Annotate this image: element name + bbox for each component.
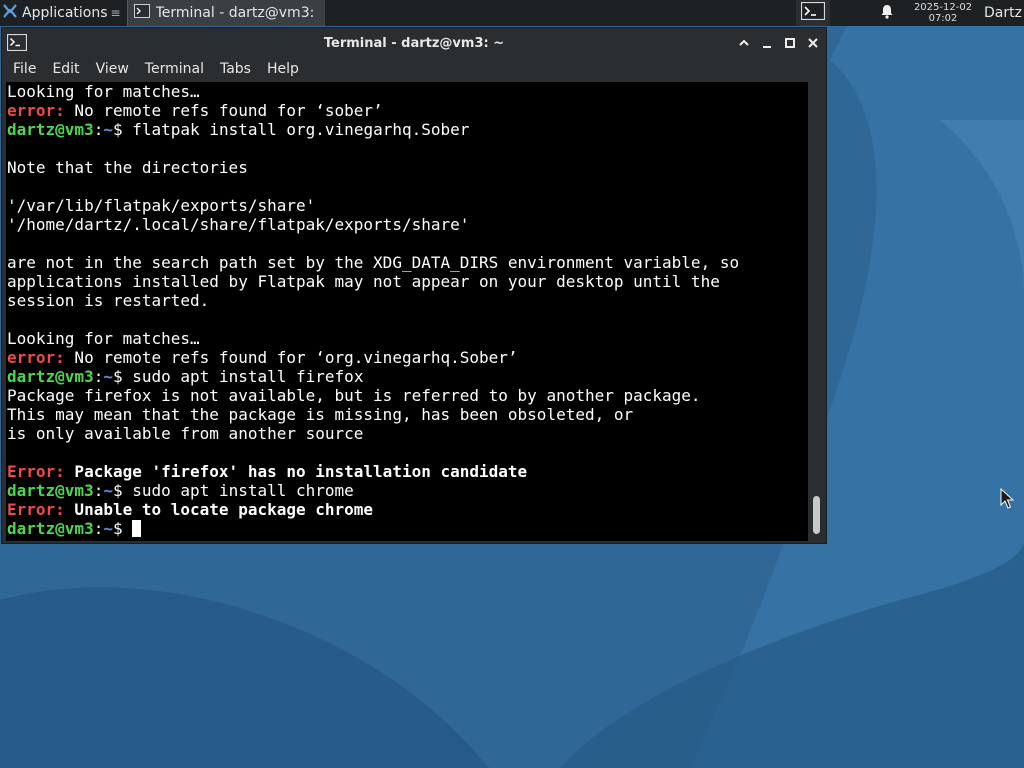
terminal-line: '/var/lib/flatpak/exports/share': [7, 196, 316, 215]
maximize-icon: [784, 37, 795, 48]
terminal-line: are not in the search path set by the XD…: [7, 253, 740, 272]
prompt-separator: :: [93, 120, 104, 139]
mouse-pointer-icon: [1000, 487, 1016, 514]
scrollbar-thumb[interactable]: [813, 496, 820, 534]
xfce-logo-icon: [2, 3, 18, 23]
terminal-error-line: Error: Unable to locate package chrome: [7, 500, 808, 519]
prompt-symbol: $: [112, 519, 123, 538]
menu-tabs[interactable]: Tabs: [212, 61, 259, 77]
terminal-output[interactable]: Looking for matches… error: No remote ref…: [6, 82, 808, 541]
prompt-command: sudo apt install chrome: [122, 481, 354, 500]
terminal-error-line: error: No remote refs found for ‘org.vin…: [7, 348, 808, 367]
chevron-up-icon: [738, 39, 749, 46]
close-button[interactable]: [805, 35, 820, 50]
terminal-line: '/home/dartz/.local/share/flatpak/export…: [7, 215, 470, 234]
error-message: No remote refs found for ‘sober’: [64, 101, 383, 120]
taskbar-item-terminal[interactable]: Terminal - dartz@vm3: ~: [126, 0, 325, 26]
menu-file[interactable]: File: [2, 61, 44, 77]
prompt-command: [123, 519, 133, 538]
terminal-error-line: error: No remote refs found for ‘sober’: [7, 101, 808, 120]
prompt-user: dartz@vm3: [7, 519, 94, 538]
error-label: Error:: [7, 500, 65, 519]
clock[interactable]: 2025-12-02 07:02: [908, 2, 978, 24]
taskbar-item-label: Terminal - dartz@vm3: ~: [155, 5, 319, 21]
menu-help[interactable]: Help: [259, 61, 307, 77]
terminal-prompt-line: dartz@vm3:~$ flatpak install org.vinegar…: [7, 120, 808, 139]
text-cursor: [132, 520, 142, 537]
minimize-button[interactable]: [759, 35, 774, 50]
prompt-path: ~: [103, 481, 113, 500]
error-message: Package 'firefox' has no installation ca…: [64, 462, 528, 481]
terminal-line: Looking for matches…: [7, 329, 200, 348]
clock-time: 07:02: [928, 13, 958, 24]
terminal-line: Package firefox is not available, but is…: [7, 386, 701, 405]
error-message: No remote refs found for ‘org.vinegarhq.…: [64, 348, 518, 367]
window-controls: [736, 35, 820, 50]
terminal-scrollbar[interactable]: [808, 82, 826, 541]
terminal-icon: [133, 4, 150, 22]
prompt-symbol: $: [112, 120, 123, 139]
top-panel: Applications ≡ Terminal - dartz@vm3: ~ 2…: [0, 0, 1024, 26]
minimize-icon: [762, 45, 771, 48]
terminal-launcher-button[interactable]: [796, 0, 830, 26]
terminal-line: Note that the directories: [7, 158, 248, 177]
prompt-separator: :: [93, 519, 104, 538]
terminal-prompt-line: dartz@vm3:~$ sudo apt install chrome: [7, 481, 808, 500]
terminal-line: session is restarted.: [7, 291, 210, 310]
clock-date: 2025-12-02: [913, 2, 973, 13]
terminal-line: This may mean that the package is missin…: [7, 405, 634, 424]
prompt-command: flatpak install org.vinegarhq.Sober: [122, 120, 470, 139]
applications-more-icon: ≡: [110, 6, 121, 20]
prompt-path: ~: [103, 120, 113, 139]
menu-bar: File Edit View Terminal Tabs Help: [2, 58, 826, 80]
menu-edit[interactable]: Edit: [44, 61, 87, 77]
notifications-button[interactable]: [874, 4, 900, 23]
error-label: error:: [7, 348, 65, 367]
user-menu-button[interactable]: Dartz: [984, 5, 1024, 21]
terminal-error-line: Error: Package 'firefox' has no installa…: [7, 462, 808, 481]
prompt-command: sudo apt install firefox: [122, 367, 364, 386]
applications-menu-button[interactable]: Applications ≡: [0, 0, 125, 26]
prompt-separator: :: [93, 367, 104, 386]
menu-terminal[interactable]: Terminal: [137, 61, 212, 77]
error-label: error:: [7, 101, 65, 120]
prompt-user: dartz@vm3: [7, 367, 94, 386]
prompt-path: ~: [103, 367, 113, 386]
prompt-symbol: $: [112, 481, 123, 500]
terminal-line: Looking for matches…: [7, 82, 200, 101]
terminal-line: applications installed by Flatpak may no…: [7, 272, 720, 291]
menu-view[interactable]: View: [88, 61, 137, 77]
terminal-launcher-icon: [800, 1, 826, 24]
terminal-line: is only available from another source: [7, 424, 364, 443]
prompt-user: dartz@vm3: [7, 120, 94, 139]
prompt-user: dartz@vm3: [7, 481, 94, 500]
prompt-symbol: $: [112, 367, 123, 386]
terminal-prompt-line: dartz@vm3:~$: [7, 519, 808, 538]
error-message: Unable to locate package chrome: [64, 500, 374, 519]
window-title: Terminal - dartz@vm3: ~: [323, 35, 505, 51]
bell-icon: [880, 4, 894, 23]
terminal-prompt-line: dartz@vm3:~$ sudo apt install firefox: [7, 367, 808, 386]
maximize-button[interactable]: [782, 35, 797, 50]
error-label: Error:: [7, 462, 65, 481]
terminal-window: Terminal - dartz@vm3: ~ File Edit View T…: [1, 27, 827, 544]
prompt-path: ~: [103, 519, 113, 538]
window-titlebar[interactable]: Terminal - dartz@vm3: ~: [2, 28, 826, 58]
shade-button[interactable]: [736, 35, 751, 50]
prompt-separator: :: [93, 481, 104, 500]
applications-label: Applications: [22, 5, 108, 21]
close-icon: [807, 37, 818, 48]
